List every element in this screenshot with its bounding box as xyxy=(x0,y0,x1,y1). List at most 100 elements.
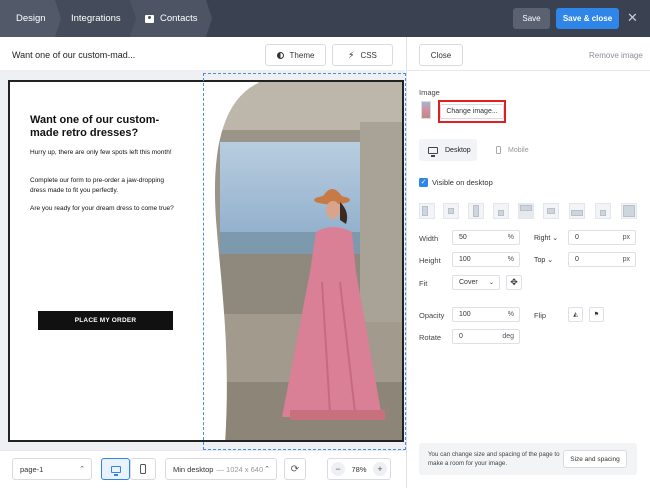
tab-integrations[interactable]: Integrations xyxy=(55,0,137,37)
place-order-button[interactable]: PLACE MY ORDER xyxy=(38,311,173,330)
position-option[interactable] xyxy=(621,203,637,219)
height-unit: % xyxy=(507,256,514,263)
rotate-value: 0 xyxy=(459,333,463,340)
fit-value: Cover xyxy=(459,279,478,286)
zoom-out-button[interactable]: − xyxy=(331,462,345,476)
panel-close-button[interactable]: Close xyxy=(419,44,463,66)
chevron-up-icon: ⌃ xyxy=(264,466,270,473)
position-option[interactable] xyxy=(518,203,534,219)
move-icon[interactable]: ✥ xyxy=(506,275,522,290)
zoom-in-button[interactable]: + xyxy=(373,462,387,476)
monitor-icon xyxy=(110,465,121,476)
rotate-input[interactable]: 0 deg xyxy=(452,329,520,344)
flip-horizontal-icon[interactable]: ◭ xyxy=(568,307,583,322)
change-image-highlight: Change image... xyxy=(438,100,506,123)
chevron-down-icon: ⌄ xyxy=(552,235,559,242)
position-option[interactable] xyxy=(419,203,435,219)
rotate-view-button[interactable]: ⟳ xyxy=(284,458,306,480)
chevron-down-icon: ⌄ xyxy=(488,280,494,286)
size-and-spacing-button[interactable]: Size and spacing xyxy=(563,450,627,468)
lightning-icon: ⚡︎ xyxy=(348,49,355,60)
tab-label: Design xyxy=(16,13,46,24)
position-option[interactable] xyxy=(468,203,484,219)
contrast-icon xyxy=(276,51,284,59)
opacity-label: Opacity xyxy=(419,311,445,320)
contact-card-icon xyxy=(145,14,154,23)
css-label: CSS xyxy=(360,50,377,60)
rotate-label: Rotate xyxy=(419,333,442,342)
theme-label: Theme xyxy=(289,50,315,60)
visible-checkbox[interactable]: ✓ xyxy=(419,178,428,187)
opacity-unit: % xyxy=(507,311,514,318)
change-image-button[interactable]: Change image... xyxy=(440,104,504,119)
tab-desktop-label: Desktop xyxy=(445,146,471,154)
size-tip-text: You can change size and spacing of the p… xyxy=(428,451,560,467)
position-option[interactable] xyxy=(569,203,585,219)
top-anchor-select[interactable]: Top ⌄ xyxy=(534,256,553,264)
right-unit: px xyxy=(622,234,630,241)
top-label: Top xyxy=(534,257,546,264)
size-select[interactable]: Min desktop — 1024 x 640 ⌃ xyxy=(165,458,277,480)
css-button[interactable]: ⚡︎ CSS xyxy=(332,44,393,66)
flip-vertical-icon[interactable]: ⚑ xyxy=(589,307,604,322)
position-option[interactable] xyxy=(443,203,459,219)
tab-desktop[interactable]: Desktop xyxy=(419,139,477,161)
fit-label: Fit xyxy=(419,279,428,288)
right-value: 0 xyxy=(575,234,579,241)
tab-mobile[interactable]: Mobile xyxy=(488,139,538,161)
save-close-button[interactable]: Save & close xyxy=(556,8,619,29)
page-select[interactable]: page-1 ⌃ xyxy=(12,458,92,480)
visible-label: Visible on desktop xyxy=(432,178,493,187)
size-dimensions: — 1024 x 640 xyxy=(216,464,264,474)
position-option[interactable] xyxy=(493,203,509,219)
document-title: Want one of our custom-mad... xyxy=(12,50,136,60)
height-value: 100 xyxy=(459,256,471,263)
right-anchor-select[interactable]: Right ⌄ xyxy=(534,234,558,242)
image-selection-outline xyxy=(203,73,406,450)
mobile-view-button[interactable] xyxy=(130,458,156,480)
tab-label: Contacts xyxy=(160,13,198,24)
popup-paragraph: Complete our form to pre-order a jaw-dro… xyxy=(30,177,165,194)
top-value: 0 xyxy=(575,256,579,263)
chevron-up-icon: ⌃ xyxy=(79,466,85,473)
divider xyxy=(407,70,650,71)
flip-label: Flip xyxy=(534,311,547,320)
width-input[interactable]: 50% xyxy=(452,230,520,245)
top-unit: px xyxy=(622,256,630,263)
popup-paragraph: Are you ready for your dream dress to co… xyxy=(30,205,174,212)
position-option[interactable] xyxy=(595,203,611,219)
width-value: 50 xyxy=(459,234,467,241)
top-bar: Design Integrations Contacts Save Save &… xyxy=(0,0,650,37)
theme-button[interactable]: Theme xyxy=(265,44,326,66)
remove-image-link[interactable]: Remove image xyxy=(589,51,643,60)
top-input[interactable]: 0 px xyxy=(568,252,636,267)
rotate-unit: deg xyxy=(502,333,514,340)
tab-label: Integrations xyxy=(71,13,121,24)
save-button[interactable]: Save xyxy=(513,8,550,29)
zoom-value: 78% xyxy=(351,464,367,474)
close-icon[interactable]: ✕ xyxy=(627,11,638,24)
monitor-icon xyxy=(428,146,438,157)
opacity-value: 100 xyxy=(459,311,471,318)
popup-paragraph: Hurry up, there are only few spots left … xyxy=(30,149,172,156)
height-label: Height xyxy=(419,256,441,265)
position-option[interactable] xyxy=(543,203,559,219)
tab-design[interactable]: Design xyxy=(0,0,62,37)
fit-select[interactable]: Cover ⌄ xyxy=(452,275,500,290)
image-thumbnail xyxy=(421,101,431,119)
page-select-value: page-1 xyxy=(20,464,44,474)
phone-icon xyxy=(496,146,501,154)
right-label: Right xyxy=(534,235,551,242)
size-label: Min desktop xyxy=(173,464,214,474)
desktop-view-button[interactable] xyxy=(101,458,130,480)
width-unit: % xyxy=(507,234,514,241)
popup-headline: Want one of our custom-made retro dresse… xyxy=(30,114,160,139)
opacity-input[interactable]: 100% xyxy=(452,307,520,322)
rotate-icon: ⟳ xyxy=(290,463,300,475)
zoom-control: − 78% + xyxy=(327,458,391,480)
tab-mobile-label: Mobile xyxy=(508,146,529,154)
tab-contacts[interactable]: Contacts xyxy=(130,0,212,37)
chevron-down-icon: ⌄ xyxy=(547,257,554,264)
right-input[interactable]: 0 px xyxy=(568,230,636,245)
height-input[interactable]: 100% xyxy=(452,252,520,267)
